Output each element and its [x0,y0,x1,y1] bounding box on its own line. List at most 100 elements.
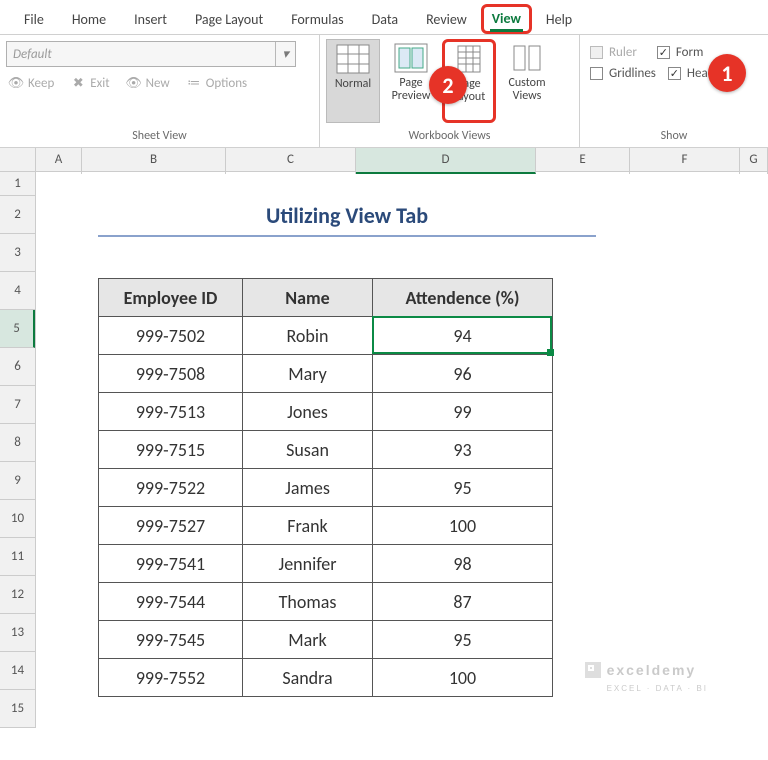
row-header-11[interactable]: 11 [0,538,35,576]
cell[interactable]: 999-7545 [99,621,243,659]
cell[interactable]: 999-7544 [99,583,243,621]
options-icon: ≔ [186,75,202,91]
sheet-area[interactable]: Utilizing View Tab Employee IDNameAttend… [36,172,768,728]
tab-home[interactable]: Home [58,5,120,34]
cell[interactable]: 999-7508 [99,355,243,393]
row-header-13[interactable]: 13 [0,614,35,652]
cell[interactable]: Frank [243,507,373,545]
row-header-10[interactable]: 10 [0,500,35,538]
table-row: 999-7545Mark95 [99,621,553,659]
col-header-A[interactable]: A [36,148,82,174]
checkbox-icon: ✓ [668,67,681,80]
cell[interactable]: 999-7515 [99,431,243,469]
tab-help[interactable]: Help [532,5,586,34]
checkbox-icon [590,67,603,80]
cell[interactable]: 999-7502 [99,317,243,355]
cell[interactable]: James [243,469,373,507]
options-button: ≔Options [186,75,247,91]
row-header-1[interactable]: 1 [0,172,35,196]
select-all-cell[interactable] [0,148,36,174]
col-header-C[interactable]: C [226,148,356,174]
cell[interactable]: 999-7541 [99,545,243,583]
tab-insert[interactable]: Insert [120,5,181,34]
cell[interactable]: 999-7552 [99,659,243,697]
table-row: 999-7522James95 [99,469,553,507]
cell[interactable]: 95 [373,469,553,507]
row-header-9[interactable]: 9 [0,462,35,500]
chevron-down-icon[interactable]: ▾ [275,42,295,66]
row-header-2[interactable]: 2 [0,196,35,234]
ruler-checkbox: Ruler [590,45,637,60]
table-row: 999-7508Mary96 [99,355,553,393]
cell[interactable]: 999-7522 [99,469,243,507]
table-row: 999-7541Jennifer98 [99,545,553,583]
cell[interactable]: 93 [373,431,553,469]
cell[interactable]: 100 [373,659,553,697]
tab-view[interactable]: View [481,4,532,34]
col-header-D[interactable]: D [356,148,536,174]
keep-icon: 👁 [8,75,24,91]
row-headers[interactable]: 123456789101112131415 [0,172,36,728]
col-header-B[interactable]: B [82,148,226,174]
normal-view-button[interactable]: Normal [326,39,380,123]
tab-review[interactable]: Review [412,5,481,34]
cell[interactable]: 94 [373,317,553,355]
row-header-8[interactable]: 8 [0,424,35,462]
cell[interactable]: 999-7527 [99,507,243,545]
watermark: exceldemy EXCEL · DATA · BI [607,662,708,694]
tab-page-layout[interactable]: Page Layout [181,5,277,34]
cell[interactable]: 95 [373,621,553,659]
col-header-G[interactable]: G [740,148,768,174]
sheet-title: Utilizing View Tab [98,202,596,237]
tab-file[interactable]: File [10,5,58,34]
ribbon-tabs: FileHomeInsertPage LayoutFormulasDataRev… [0,0,768,34]
formula-bar-checkbox[interactable]: ✓Form [657,45,704,60]
custom-views-button[interactable]: CustomViews [500,39,554,123]
checkbox-icon [590,46,603,59]
table-row: 999-7502Robin94 [99,317,553,355]
row-header-4[interactable]: 4 [0,272,35,310]
row-header-12[interactable]: 12 [0,576,35,614]
new-button: 👁New [126,75,170,91]
row-header-3[interactable]: 3 [0,234,35,272]
row-header-15[interactable]: 15 [0,690,35,728]
tab-data[interactable]: Data [358,5,412,34]
col-header-cell: Attendence (%) [373,279,553,317]
sheet-view-combo[interactable]: Default ▾ [6,41,296,67]
group-label: Workbook Views [326,127,573,147]
tab-formulas[interactable]: Formulas [277,5,357,34]
group-show: Ruler ✓Form Gridlines ✓Head Show [580,35,768,147]
exit-icon: ✖ [70,75,86,91]
group-sheet-view: Default ▾ 👁Keep ✖Exit 👁New ≔Options Shee… [0,35,320,147]
cell[interactable]: Sandra [243,659,373,697]
ribbon: Default ▾ 👁Keep ✖Exit 👁New ≔Options Shee… [0,34,768,148]
row-header-6[interactable]: 6 [0,348,35,386]
new-icon: 👁 [126,75,142,91]
group-label: Show [586,127,762,147]
row-header-14[interactable]: 14 [0,652,35,690]
row-header-7[interactable]: 7 [0,386,35,424]
callout-1: 1 [708,54,746,92]
checkbox-icon: ✓ [657,46,670,59]
col-header-E[interactable]: E [536,148,630,174]
cell[interactable]: Mary [243,355,373,393]
cell[interactable]: 98 [373,545,553,583]
cell[interactable]: 100 [373,507,553,545]
data-table: Employee IDNameAttendence (%)999-7502Rob… [98,278,553,697]
col-header-F[interactable]: F [630,148,740,174]
custom-views-icon [510,43,544,73]
cell[interactable]: Robin [243,317,373,355]
worksheet-grid[interactable]: 123456789101112131415 Utilizing View Tab… [0,172,768,728]
cell[interactable]: Susan [243,431,373,469]
cell[interactable]: Jennifer [243,545,373,583]
cell[interactable]: 87 [373,583,553,621]
cell[interactable]: 96 [373,355,553,393]
column-headers[interactable]: ABCDEFG [0,148,768,172]
cell[interactable]: Mark [243,621,373,659]
cell[interactable]: Jones [243,393,373,431]
cell[interactable]: Thomas [243,583,373,621]
cell[interactable]: 999-7513 [99,393,243,431]
gridlines-checkbox[interactable]: Gridlines [590,66,656,81]
row-header-5[interactable]: 5 [0,310,35,348]
cell[interactable]: 99 [373,393,553,431]
